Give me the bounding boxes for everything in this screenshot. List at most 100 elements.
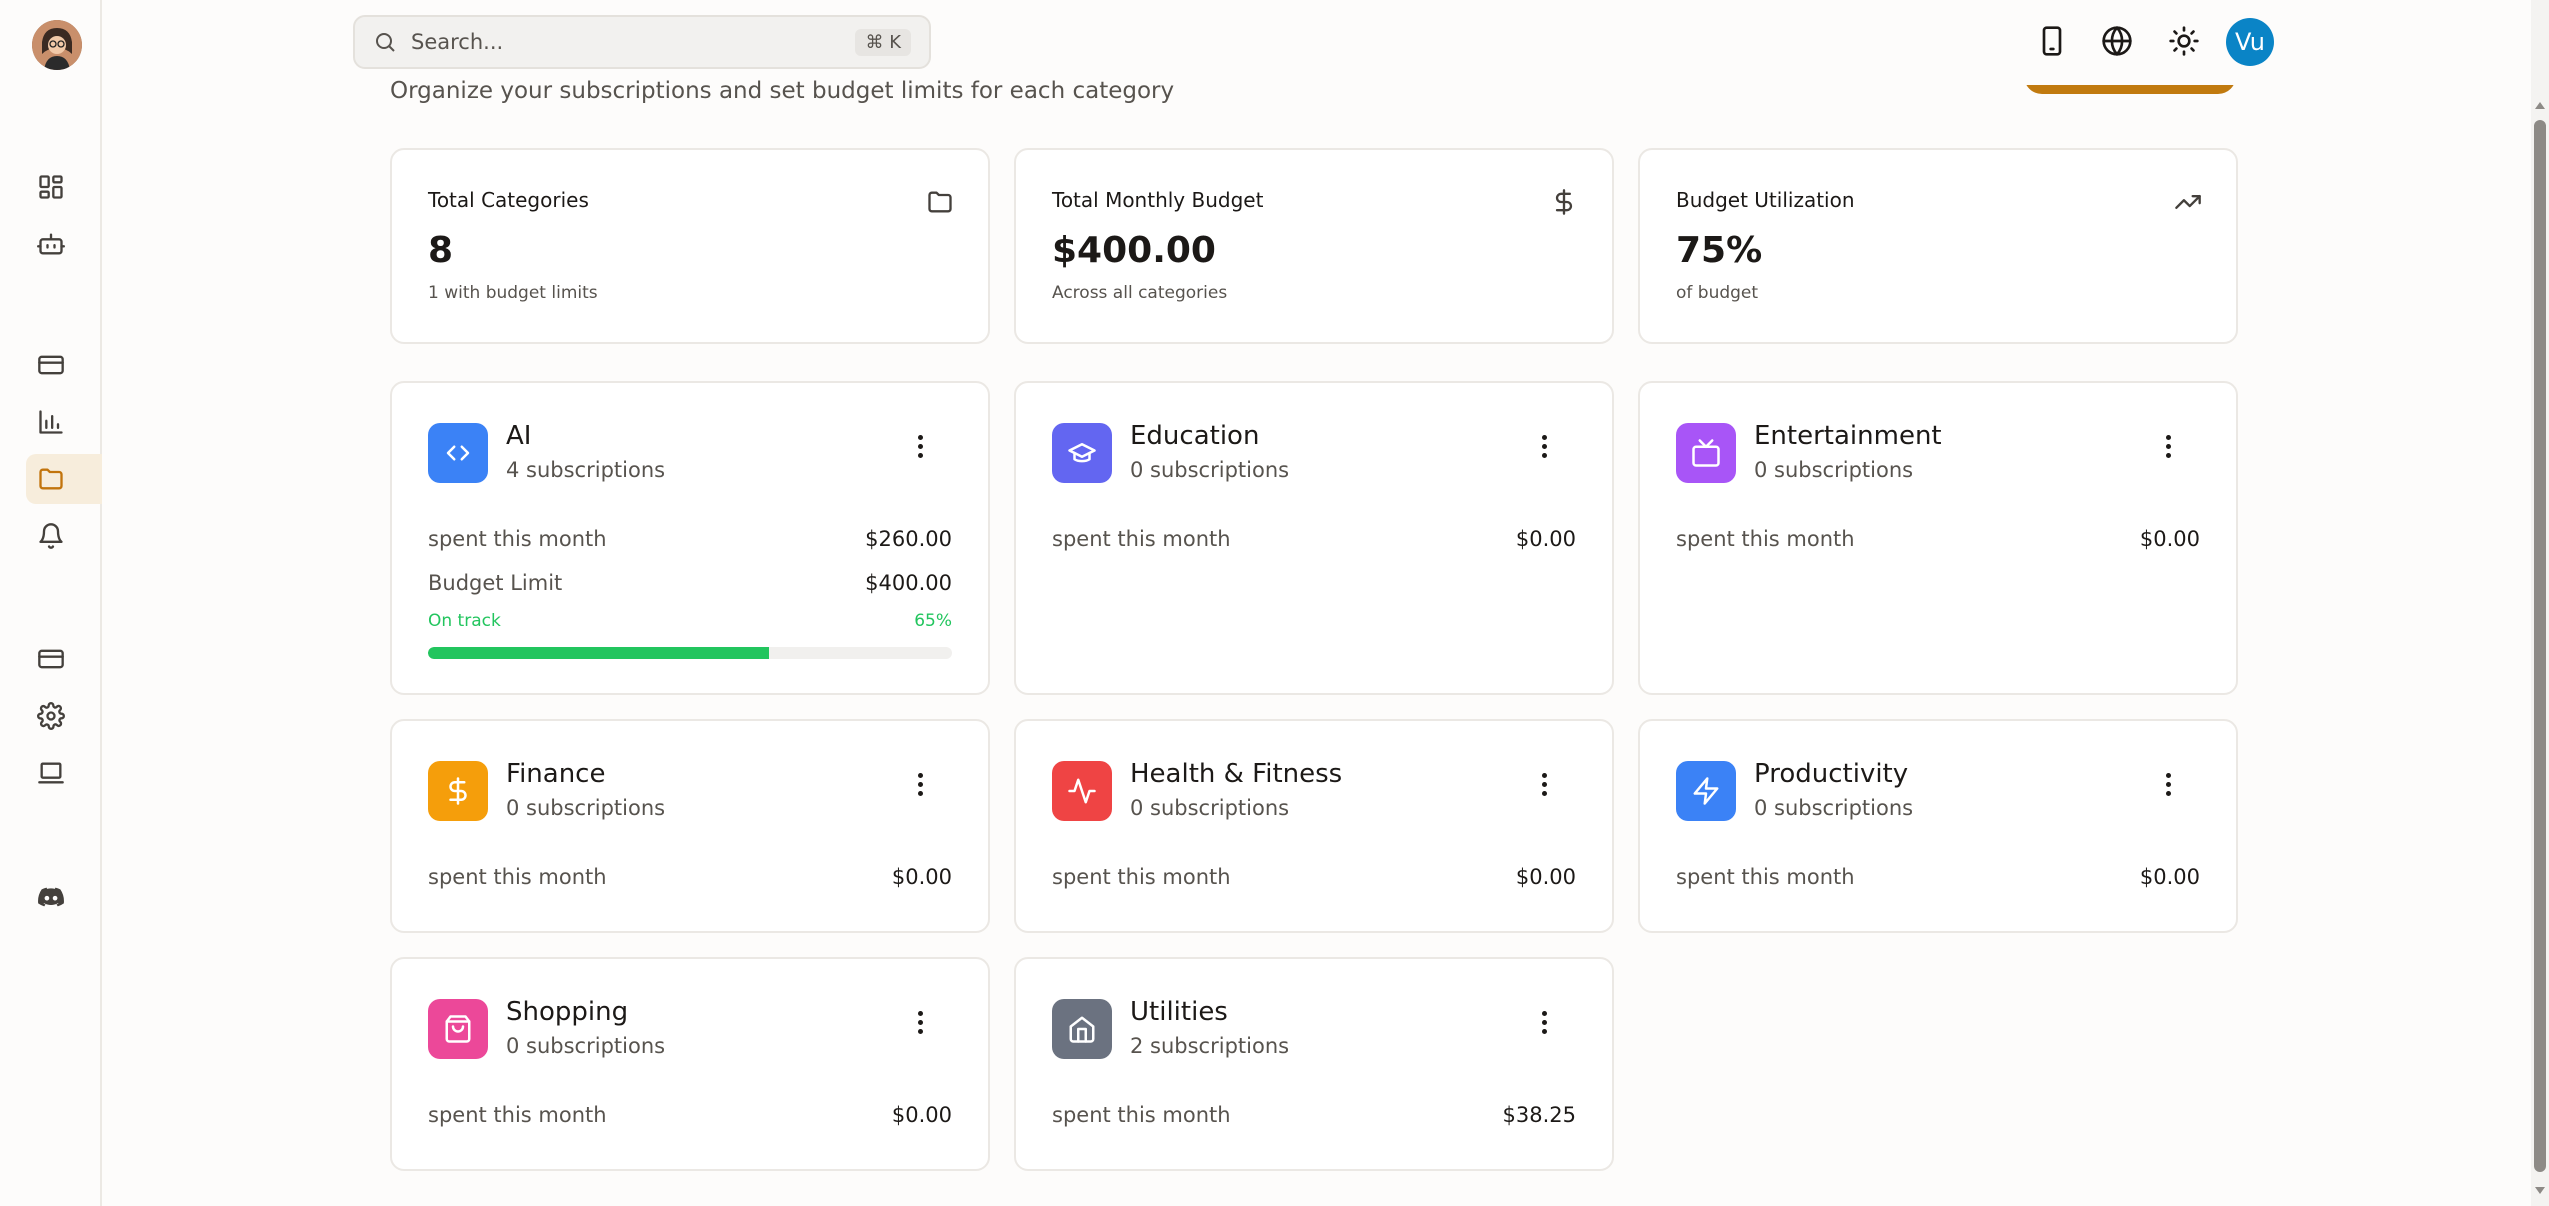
spent-row: spent this month $0.00 <box>1676 527 2200 551</box>
more-vertical-icon[interactable] <box>1534 431 1554 461</box>
category-card-utilities[interactable]: Utilities 2 subscriptions spent this mon… <box>1014 957 1614 1171</box>
spent-value: $0.00 <box>2139 865 2200 889</box>
budget-progress-fill <box>428 647 769 659</box>
more-vertical-icon[interactable] <box>910 431 930 461</box>
search-bar[interactable]: ⌘ K <box>353 15 931 69</box>
spent-label: spent this month <box>428 527 607 551</box>
discord-icon[interactable] <box>26 872 76 922</box>
category-count: 0 subscriptions <box>1130 458 1290 482</box>
category-count: 2 subscriptions <box>1130 1034 1290 1058</box>
category-name: Productivity <box>1754 759 1909 789</box>
stat-value: $400.00 <box>1052 230 1216 271</box>
bell-icon[interactable] <box>26 511 76 561</box>
category-card-productivity[interactable]: Productivity 0 subscriptions spent this … <box>1638 719 2238 933</box>
spent-label: spent this month <box>1052 1103 1231 1127</box>
zap-icon <box>1676 761 1736 821</box>
app-avatar[interactable] <box>32 20 82 70</box>
more-vertical-icon[interactable] <box>1534 1007 1554 1037</box>
scrollbar[interactable] <box>2531 0 2549 1206</box>
spent-label: spent this month <box>428 1103 607 1127</box>
mobile-icon[interactable] <box>2029 18 2075 64</box>
spent-value: $0.00 <box>2139 527 2200 551</box>
gear-icon[interactable] <box>26 691 76 741</box>
stat-value: 75% <box>1676 230 1763 271</box>
sidebar <box>0 0 102 1206</box>
shopping-bag-icon <box>428 999 488 1059</box>
spent-row: spent this month $0.00 <box>1052 527 1576 551</box>
graduation-cap-icon <box>1052 423 1112 483</box>
spent-label: spent this month <box>1676 865 1855 889</box>
category-card-finance[interactable]: Finance 0 subscriptions spent this month… <box>390 719 990 933</box>
spent-row: spent this month $0.00 <box>428 1103 952 1127</box>
dashboard-icon[interactable] <box>26 162 76 212</box>
category-card-shopping[interactable]: Shopping 0 subscriptions spent this mont… <box>390 957 990 1171</box>
stat-label: Budget Utilization <box>1676 188 1855 212</box>
stat-card-total-monthly-budget: Total Monthly Budget $400.00 Across all … <box>1014 148 1614 344</box>
scrollbar-thumb[interactable] <box>2534 120 2546 1172</box>
category-card-education[interactable]: Education 0 subscriptions spent this mon… <box>1014 381 1614 695</box>
status-text: On track <box>428 611 501 631</box>
add-category-button[interactable] <box>2024 85 2236 94</box>
dollar-icon <box>428 761 488 821</box>
stat-label: Total Categories <box>428 188 589 212</box>
category-name: Finance <box>506 759 606 789</box>
page-subtitle: Organize your subscriptions and set budg… <box>390 78 1175 104</box>
spent-label: spent this month <box>1052 865 1231 889</box>
category-card-ai[interactable]: AI 4 subscriptions spent this month $260… <box>390 381 990 695</box>
spent-label: spent this month <box>1052 527 1231 551</box>
search-icon <box>376 33 395 52</box>
search-input[interactable] <box>411 30 856 54</box>
wallet-card-icon[interactable] <box>26 634 76 684</box>
user-avatar[interactable]: Vu <box>2226 18 2274 66</box>
globe-icon[interactable] <box>2094 18 2140 64</box>
code-icon <box>428 423 488 483</box>
category-count: 0 subscriptions <box>1130 796 1290 820</box>
category-card-health-fitness[interactable]: Health & Fitness 0 subscriptions spent t… <box>1014 719 1614 933</box>
bot-icon[interactable] <box>26 219 76 269</box>
spent-label: spent this month <box>1676 527 1855 551</box>
home-icon <box>1052 999 1112 1059</box>
spent-row: spent this month $38.25 <box>1052 1103 1576 1127</box>
category-name: Utilities <box>1130 997 1228 1027</box>
category-count: 0 subscriptions <box>506 796 666 820</box>
laptop-icon[interactable] <box>26 748 76 798</box>
category-name: Education <box>1130 421 1260 451</box>
more-vertical-icon[interactable] <box>2158 431 2178 461</box>
more-vertical-icon[interactable] <box>2158 769 2178 799</box>
budget-progress <box>428 647 952 659</box>
trending-up-icon <box>2174 188 2202 216</box>
spent-row: spent this month $260.00 <box>428 527 952 551</box>
spent-value: $0.00 <box>891 865 952 889</box>
folder-icon[interactable] <box>26 454 102 504</box>
more-vertical-icon[interactable] <box>1534 769 1554 799</box>
spent-value: $260.00 <box>865 527 952 551</box>
spent-value: $0.00 <box>1515 527 1576 551</box>
status-percent: 65% <box>914 611 952 631</box>
spent-row: spent this month $0.00 <box>428 865 952 889</box>
bar-chart-icon[interactable] <box>26 397 76 447</box>
stat-sub: 1 with budget limits <box>428 283 598 303</box>
limit-label: Budget Limit <box>428 571 563 595</box>
spent-value: $0.00 <box>891 1103 952 1127</box>
category-count: 4 subscriptions <box>506 458 666 482</box>
search-shortcut: ⌘ K <box>855 28 911 56</box>
category-card-entertainment[interactable]: Entertainment 0 subscriptions spent this… <box>1638 381 2238 695</box>
stat-value: 8 <box>428 230 454 271</box>
more-vertical-icon[interactable] <box>910 1007 930 1037</box>
folder-icon <box>926 188 954 216</box>
scroll-down-icon[interactable] <box>2534 1186 2546 1196</box>
scroll-up-icon[interactable] <box>2534 100 2546 110</box>
limit-value: $400.00 <box>865 571 952 595</box>
spent-row: spent this month $0.00 <box>1676 865 2200 889</box>
credit-card-icon[interactable] <box>26 340 76 390</box>
activity-icon <box>1052 761 1112 821</box>
more-vertical-icon[interactable] <box>910 769 930 799</box>
category-name: AI <box>506 421 532 451</box>
stat-sub: Across all categories <box>1052 283 1228 303</box>
category-count: 0 subscriptions <box>1754 458 1914 482</box>
category-count: 0 subscriptions <box>1754 796 1914 820</box>
spent-row: spent this month $0.00 <box>1052 865 1576 889</box>
stat-card-total-categories: Total Categories 8 1 with budget limits <box>390 148 990 344</box>
category-name: Health & Fitness <box>1130 759 1343 789</box>
sun-icon[interactable] <box>2161 18 2207 64</box>
